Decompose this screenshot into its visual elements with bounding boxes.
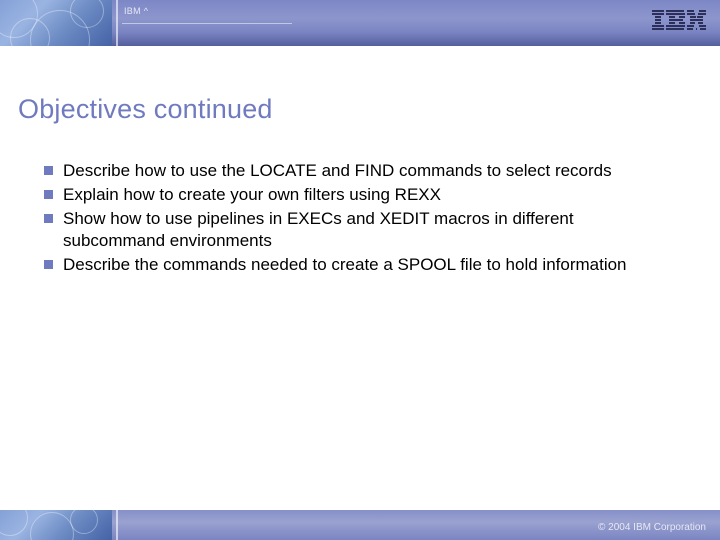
- list-item: Describe the commands needed to create a…: [44, 254, 654, 276]
- header-brand-small: IBM ^: [124, 6, 148, 16]
- bullet-text: Show how to use pipelines in EXECs and X…: [63, 208, 654, 252]
- ibm-logo-icon: [652, 10, 706, 32]
- slide-title: Objectives continued: [18, 94, 273, 125]
- list-item: Show how to use pipelines in EXECs and X…: [44, 208, 654, 252]
- header-accent-square: [0, 0, 112, 46]
- bullet-square-icon: [44, 166, 53, 175]
- slide: IBM ^: [0, 0, 720, 540]
- list-item: Describe how to use the LOCATE and FIND …: [44, 160, 654, 182]
- bullet-list: Describe how to use the LOCATE and FIND …: [44, 160, 654, 278]
- bullet-text: Explain how to create your own filters u…: [63, 184, 441, 206]
- bullet-square-icon: [44, 190, 53, 199]
- bullet-square-icon: [44, 214, 53, 223]
- bullet-text: Describe the commands needed to create a…: [63, 254, 627, 276]
- copyright-text: © 2004 IBM Corporation: [598, 522, 706, 533]
- bullet-text: Describe how to use the LOCATE and FIND …: [63, 160, 612, 182]
- footer-divider: [116, 510, 118, 540]
- bullet-square-icon: [44, 260, 53, 269]
- header-divider: [116, 0, 118, 46]
- footer-accent-square: [0, 510, 112, 540]
- footer-band: © 2004 IBM Corporation: [0, 510, 720, 540]
- list-item: Explain how to create your own filters u…: [44, 184, 654, 206]
- header-band: IBM ^: [0, 0, 720, 46]
- header-rule: [122, 23, 292, 24]
